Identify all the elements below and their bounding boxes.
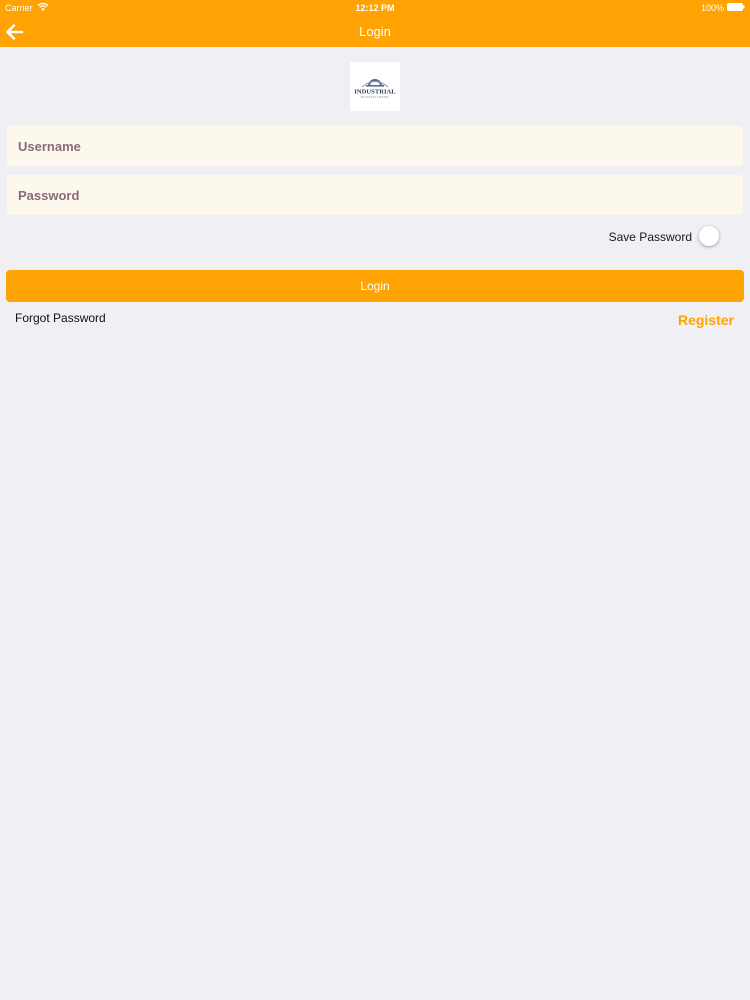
page-title: Login [359,24,391,39]
clock-label: 12:12 PM [355,3,395,13]
save-password-label: Save Password [608,230,692,244]
battery-percent-label: 100% [700,3,724,13]
login-screen: Carrier 12:12 PM 100% Login INDUSTRIAL B… [0,0,750,1000]
status-bar: Carrier 12:12 PM 100% [0,0,750,16]
save-password-toggle[interactable] [697,225,725,247]
top-bar: Carrier 12:12 PM 100% Login [0,0,750,47]
login-button[interactable]: Login [6,270,744,302]
register-link[interactable]: Register [678,312,734,328]
logo-text: INDUSTRIAL [354,89,396,96]
forgot-password-link[interactable]: Forgot Password [15,311,106,325]
logo-subtext: BUSINESS CREDIT [361,96,389,99]
username-field[interactable] [7,126,743,166]
battery-icon [727,3,745,11]
username-input[interactable] [7,126,743,166]
navigation-bar: Login [0,16,750,47]
password-input[interactable] [7,175,743,215]
toggle-knob [699,226,719,246]
company-logo: INDUSTRIAL BUSINESS CREDIT [350,62,400,111]
password-field[interactable] [7,175,743,215]
logo-icon: INDUSTRIAL BUSINESS CREDIT [354,79,396,99]
